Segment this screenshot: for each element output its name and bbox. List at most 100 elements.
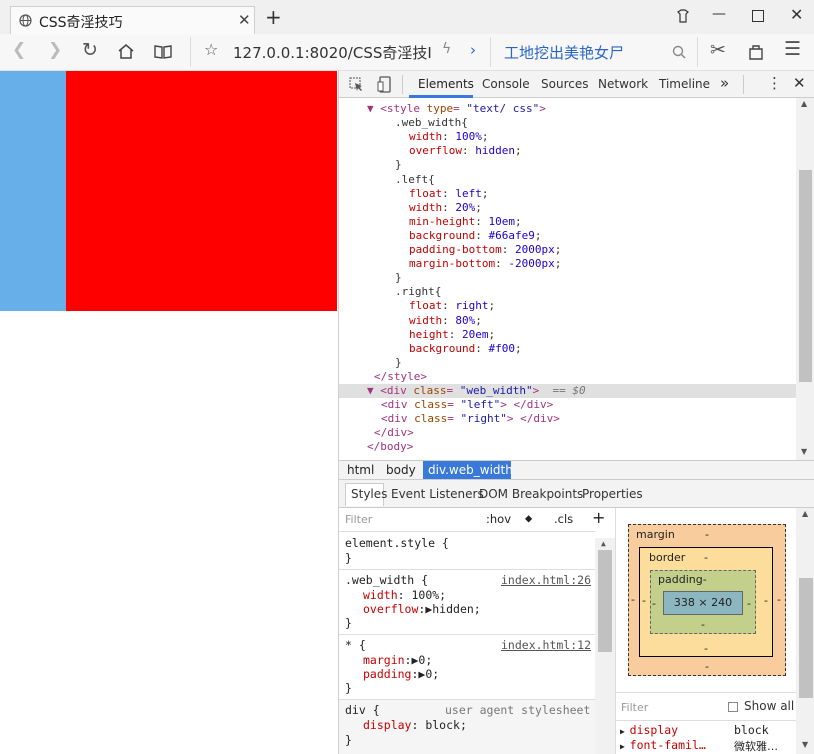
padding-left[interactable]: -: [652, 597, 656, 610]
elements-scroll-thumb[interactable]: [799, 170, 812, 382]
crumb-div-web-width[interactable]: div.web_width: [423, 461, 513, 479]
tab-styles[interactable]: Styles: [351, 487, 387, 501]
color-format-icon[interactable]: ◆: [525, 511, 532, 525]
rule-selector-universal[interactable]: * {: [345, 638, 366, 652]
prop-name[interactable]: width: [363, 588, 398, 602]
inspect-icon[interactable]: [349, 77, 364, 92]
styles-scroll-thumb[interactable]: [598, 550, 612, 652]
tab-network[interactable]: Network: [598, 77, 648, 91]
tab-properties[interactable]: Properties: [582, 487, 643, 501]
prop-name[interactable]: overflow: [363, 602, 418, 616]
search-icon[interactable]: [672, 45, 686, 59]
minimize-button[interactable]: —: [712, 6, 726, 22]
box-model-border[interactable]: border - - - - padding- - - - 338 × 240: [639, 547, 773, 657]
cls-button[interactable]: .cls: [554, 512, 573, 526]
margin-top[interactable]: -: [705, 528, 709, 541]
prop-value[interactable]: ▶0;: [418, 667, 439, 681]
dom-tree-line[interactable]: ▼ <style type= "text/ css">: [339, 102, 546, 116]
crumb-html[interactable]: html: [347, 463, 374, 477]
elements-scrollbar[interactable]: ▲ ▼: [796, 98, 814, 460]
prop-value[interactable]: 100%;: [411, 588, 446, 602]
tab-console[interactable]: Console: [482, 77, 530, 91]
tab-elements[interactable]: Elements: [418, 77, 474, 91]
scroll-up-icon[interactable]: ▲: [601, 539, 606, 548]
shirt-icon[interactable]: [676, 9, 690, 23]
close-tab-icon[interactable]: ✕: [238, 11, 251, 29]
source-link[interactable]: index.html:12: [501, 638, 591, 652]
box-model-margin[interactable]: margin - - - - border - - - - padding- -…: [628, 524, 786, 676]
box-model-padding[interactable]: padding- - - - 338 × 240: [650, 570, 756, 634]
kebab-menu-icon[interactable]: ⋮: [767, 74, 782, 92]
styles-filter-input[interactable]: Filter: [345, 513, 372, 526]
prop-name[interactable]: padding: [363, 667, 411, 681]
styles-scrollbar[interactable]: ▲: [595, 538, 615, 754]
star-icon[interactable]: ☆: [204, 40, 218, 59]
scroll-up-icon[interactable]: ▲: [801, 99, 807, 108]
dom-tree-line[interactable]: }: [339, 356, 402, 370]
book-icon[interactable]: [154, 44, 172, 59]
dom-tree-line[interactable]: overflow: hidden;: [339, 144, 522, 158]
dom-tree-line[interactable]: width: 80%;: [339, 314, 482, 328]
border-top[interactable]: -: [704, 551, 708, 564]
dom-tree-line[interactable]: .web_width{: [339, 116, 468, 130]
prop-value[interactable]: ▶hidden;: [425, 602, 480, 616]
source-link[interactable]: index.html:26: [501, 573, 591, 587]
margin-right[interactable]: -: [777, 593, 781, 606]
browser-tab[interactable]: CSS奇淫技巧 ✕: [10, 6, 255, 34]
reload-icon[interactable]: ↻: [82, 39, 98, 61]
margin-left[interactable]: -: [631, 593, 635, 606]
dom-tree-line[interactable]: float: right;: [339, 299, 495, 313]
dom-tree-line[interactable]: background: #f00;: [339, 342, 522, 356]
maximize-button[interactable]: [752, 10, 764, 22]
padding-bottom[interactable]: -: [701, 618, 705, 631]
dom-tree-line[interactable]: .right{: [339, 285, 441, 299]
rule-selector-div[interactable]: div {: [345, 703, 380, 717]
device-icon[interactable]: [377, 76, 391, 93]
dom-tree-line[interactable]: padding-bottom: 2000px;: [339, 243, 561, 257]
border-right[interactable]: -: [764, 594, 768, 607]
dom-tree-line[interactable]: ▼ <div class= "web_width"> == $0: [339, 384, 796, 398]
box-model-scroll-thumb[interactable]: [799, 578, 813, 698]
dom-tree-line[interactable]: min-height: 10em;: [339, 215, 522, 229]
bag-icon[interactable]: [748, 43, 764, 61]
tab-event-listeners[interactable]: Event Listeners: [391, 487, 484, 501]
scroll-down-icon[interactable]: ▼: [802, 740, 808, 749]
box-model-content[interactable]: 338 × 240: [663, 591, 743, 615]
show-all-checkbox[interactable]: [728, 702, 738, 712]
dom-tree-line[interactable]: margin-bottom: -2000px;: [339, 257, 561, 271]
close-devtools-icon[interactable]: ✕: [793, 74, 806, 92]
margin-bottom[interactable]: -: [705, 660, 709, 673]
tab-dom-breakpoints[interactable]: DOM Breakpoints: [479, 487, 583, 501]
prop-value[interactable]: ▶0;: [411, 653, 432, 667]
close-window-button[interactable]: ✕: [790, 5, 803, 24]
computed-row[interactable]: ▶ font-famil…: [620, 738, 706, 752]
dom-tree-line[interactable]: }: [339, 271, 402, 285]
more-tabs-button[interactable]: »: [720, 74, 729, 92]
new-rule-button[interactable]: +: [592, 508, 605, 527]
computed-row[interactable]: ▶ display: [620, 723, 678, 737]
dom-tree-line[interactable]: width: 20%;: [339, 201, 482, 215]
box-model-scrollbar[interactable]: ▲ ▼: [796, 508, 814, 754]
crumb-body[interactable]: body: [386, 463, 416, 477]
dom-tree-line[interactable]: }: [339, 158, 402, 172]
dom-tree-line[interactable]: float: left;: [339, 187, 489, 201]
menu-icon[interactable]: ☰: [784, 38, 801, 60]
dom-tree-line[interactable]: width: 100%;: [339, 130, 489, 144]
computed-filter-input[interactable]: Filter: [621, 701, 648, 714]
dom-tree-line[interactable]: height: 20em;: [339, 328, 495, 342]
border-left[interactable]: -: [642, 594, 646, 607]
elements-tree[interactable]: ▼ <style type= "text/ css"> .web_width{wi…: [339, 98, 796, 460]
prop-name[interactable]: margin: [363, 653, 405, 667]
lightning-icon[interactable]: ϟ: [442, 41, 451, 57]
dom-tree-line[interactable]: background: #66afe9;: [339, 229, 541, 243]
dom-tree-line[interactable]: .left{: [339, 173, 435, 187]
hov-button[interactable]: :hov: [486, 512, 511, 526]
scroll-up-icon[interactable]: ▲: [802, 509, 808, 518]
tab-timeline[interactable]: Timeline: [659, 77, 710, 91]
new-tab-button[interactable]: +: [265, 5, 282, 29]
url-field[interactable]: 127.0.0.1:8020/CSS奇淫技I: [233, 42, 432, 63]
chevron-right-icon[interactable]: ›: [470, 41, 476, 59]
rule-selector-web-width[interactable]: .web_width {: [345, 573, 428, 587]
scroll-down-icon[interactable]: ▼: [801, 447, 807, 456]
back-icon[interactable]: ❮: [12, 40, 26, 60]
